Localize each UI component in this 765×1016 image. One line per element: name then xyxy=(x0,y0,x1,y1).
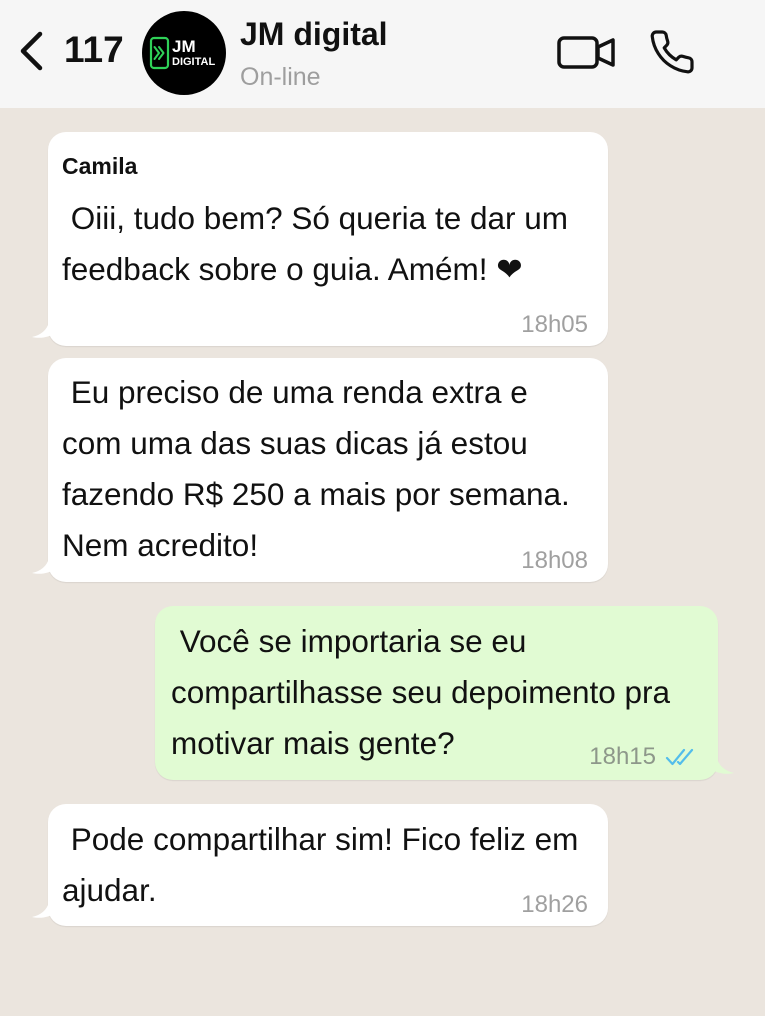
message-text-line: compartilhasse seu depoimento pra xyxy=(171,674,671,710)
message-list[interactable]: Camila Oiii, tudo bem? Só queria te dar … xyxy=(0,108,765,1016)
message-time: 18h08 xyxy=(521,547,588,574)
message-text-line: Pode compartilhar sim! Fico feliz em xyxy=(62,821,579,857)
camera-lens xyxy=(596,38,615,67)
contact-avatar[interactable]: JM DIGITAL xyxy=(142,11,226,95)
contact-info[interactable]: JM digital On-line xyxy=(236,12,536,96)
sender-name: Camila xyxy=(62,153,138,179)
bubble-tail xyxy=(32,902,56,918)
logo-text-jm: JM xyxy=(172,37,196,56)
message-bubble-incoming[interactable]: Camila Oiii, tudo bem? Só queria te dar … xyxy=(32,132,608,346)
message-bubble-outgoing[interactable]: Você se importaria se eu compartilhasse … xyxy=(155,606,734,780)
message-text-line: feedback sobre o guia. Amém! ❤ xyxy=(62,251,523,287)
jm-digital-logo: JM DIGITAL xyxy=(142,11,226,95)
bubble-tail xyxy=(710,758,734,774)
handset xyxy=(650,30,694,74)
message-meta: 18h15 xyxy=(589,743,697,771)
chevron-left-icon xyxy=(20,31,43,71)
message-text-line: Oiii, tudo bem? Só queria te dar um xyxy=(62,200,569,236)
logo-text-digital: DIGITAL xyxy=(172,56,215,68)
tail-shape xyxy=(32,902,56,918)
message-text-line: Você se importaria se eu xyxy=(171,623,527,659)
chat-header: 117 JM DIGITAL JM digital On-line xyxy=(0,0,765,108)
tail-shape xyxy=(710,758,734,774)
camera-body xyxy=(557,36,599,69)
phone-icon xyxy=(650,30,694,74)
tail-shape xyxy=(32,558,56,574)
bubble-tail xyxy=(32,558,56,574)
contact-name: JM digital xyxy=(240,16,388,52)
video-camera-icon xyxy=(557,36,615,69)
message-time: 18h05 xyxy=(521,311,588,338)
unread-count: 117 xyxy=(64,29,124,70)
message-text-line: com uma das suas dicas já estou xyxy=(62,425,528,461)
message-text-line: fazendo R$ 250 a mais por semana. xyxy=(62,476,570,512)
voice-call-button[interactable] xyxy=(648,28,696,76)
video-call-button[interactable] xyxy=(554,32,618,72)
message-time: 18h15 xyxy=(589,743,656,770)
message-bubble-incoming[interactable]: Eu preciso de uma renda extra e com uma … xyxy=(32,358,608,582)
bubble-tail xyxy=(32,322,56,338)
message-bubble-incoming[interactable]: Pode compartilhar sim! Fico feliz em aju… xyxy=(32,804,608,926)
double-check-icon xyxy=(665,748,694,766)
chevron-stroke xyxy=(20,31,43,71)
check-second xyxy=(676,748,694,766)
tail-shape xyxy=(32,322,56,338)
contact-status: On-line xyxy=(240,63,321,91)
message-time: 18h26 xyxy=(521,891,588,918)
back-button[interactable]: 117 xyxy=(10,22,134,80)
message-text-line: Eu preciso de uma renda extra e xyxy=(62,374,528,410)
